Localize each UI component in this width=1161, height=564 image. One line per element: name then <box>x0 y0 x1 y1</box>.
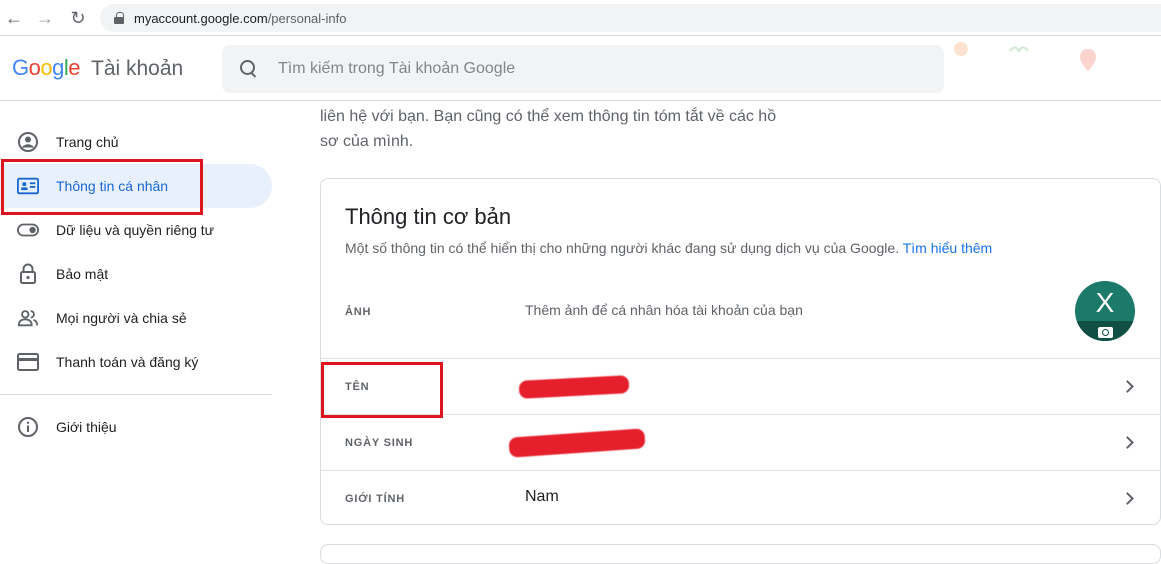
address-bar[interactable]: myaccount.google.com/personal-info <box>100 4 1161 32</box>
credit-card-icon <box>17 351 39 373</box>
intro-line-1: liên hệ với bạn. Bạn cũng có thể xem thô… <box>320 108 777 125</box>
decor-bird-icon <box>1009 46 1029 54</box>
app-header: Google Tài khoản <box>0 37 1161 101</box>
gender-row[interactable]: GIỚI TÍNH Nam <box>321 470 1161 526</box>
reload-icon[interactable]: ↻ <box>66 6 90 30</box>
card-title: Thông tin cơ bản <box>345 204 512 229</box>
sidebar-item-label: Giới thiệu <box>56 419 117 435</box>
redaction-scribble <box>518 375 630 399</box>
search-icon[interactable] <box>240 60 258 78</box>
photo-row[interactable]: ẢNH Thêm ảnh để cá nhân hóa tài khoản củ… <box>321 278 1161 358</box>
sidebar-item-label: Dữ liệu và quyền riêng tư <box>56 222 215 238</box>
forward-arrow-icon[interactable]: → <box>33 6 57 30</box>
sidebar-item-about[interactable]: Giới thiệu <box>0 405 272 449</box>
lock-icon <box>17 263 39 285</box>
row-value: Nam <box>525 488 559 505</box>
people-icon <box>17 307 39 329</box>
name-row[interactable]: TÊN <box>321 358 1161 414</box>
basic-info-card: Thông tin cơ bản Một số thông tin có thể… <box>320 178 1161 525</box>
intro-line-2: sơ của mình. <box>320 133 414 150</box>
search-bar[interactable] <box>222 45 944 93</box>
row-label: ẢNH <box>345 306 372 318</box>
row-value: Thêm ảnh để cá nhân hóa tài khoản của bạ… <box>525 302 803 318</box>
decor-pin-icon <box>1080 49 1096 71</box>
google-logo[interactable]: Google <box>12 55 81 81</box>
redaction-scribble <box>508 428 646 458</box>
sidebar-item-people-sharing[interactable]: Mọi người và chia sẻ <box>0 296 272 340</box>
sidebar-item-payments[interactable]: Thanh toán và đăng ký <box>0 340 272 384</box>
highlight-box-personal-info <box>1 159 203 215</box>
product-name[interactable]: Tài khoản <box>91 57 183 81</box>
sidebar-item-label: Bảo mật <box>56 266 109 282</box>
url-path: /personal-info <box>267 10 347 26</box>
avatar[interactable]: X <box>1075 281 1135 341</box>
toggle-icon <box>17 219 39 241</box>
camera-icon <box>1098 327 1113 338</box>
card-subtitle: Một số thông tin có thể hiển thị cho nhữ… <box>345 240 992 256</box>
row-label: NGÀY SINH <box>345 437 414 449</box>
sidebar-divider <box>0 394 272 395</box>
sidebar-item-label: Mọi người và chia sẻ <box>56 310 187 326</box>
avatar-letter: X <box>1095 287 1115 318</box>
url-text: myaccount.google.com/personal-info <box>134 11 346 26</box>
browser-toolbar: ← → ↻ myaccount.google.com/personal-info <box>0 0 1161 36</box>
card-subtitle-text: Một số thông tin có thể hiển thị cho nhữ… <box>345 240 900 256</box>
sidebar-item-label: Thanh toán và đăng ký <box>56 354 199 370</box>
chevron-right-icon[interactable] <box>1121 492 1134 505</box>
lock-icon <box>114 12 124 24</box>
intro-text: liên hệ với bạn. Bạn cũng có thể xem thô… <box>320 104 790 154</box>
highlight-box-name <box>321 362 443 418</box>
next-card <box>320 544 1161 564</box>
sidebar-item-label: Trang chủ <box>56 134 119 150</box>
info-icon <box>17 416 39 438</box>
chevron-right-icon[interactable] <box>1121 436 1134 449</box>
decor-balloon-icon <box>954 42 968 56</box>
search-input[interactable] <box>278 60 878 78</box>
learn-more-link[interactable]: Tìm hiểu thêm <box>903 240 992 256</box>
back-arrow-icon[interactable]: ← <box>2 6 26 30</box>
sidebar-item-security[interactable]: Bảo mật <box>0 252 272 296</box>
chevron-right-icon[interactable] <box>1121 380 1134 393</box>
url-host: myaccount.google.com <box>134 10 268 26</box>
row-label: GIỚI TÍNH <box>345 493 405 505</box>
birthday-row[interactable]: NGÀY SINH <box>321 414 1161 470</box>
sidebar-item-home[interactable]: Trang chủ <box>0 120 272 164</box>
account-circle-icon <box>17 131 39 153</box>
